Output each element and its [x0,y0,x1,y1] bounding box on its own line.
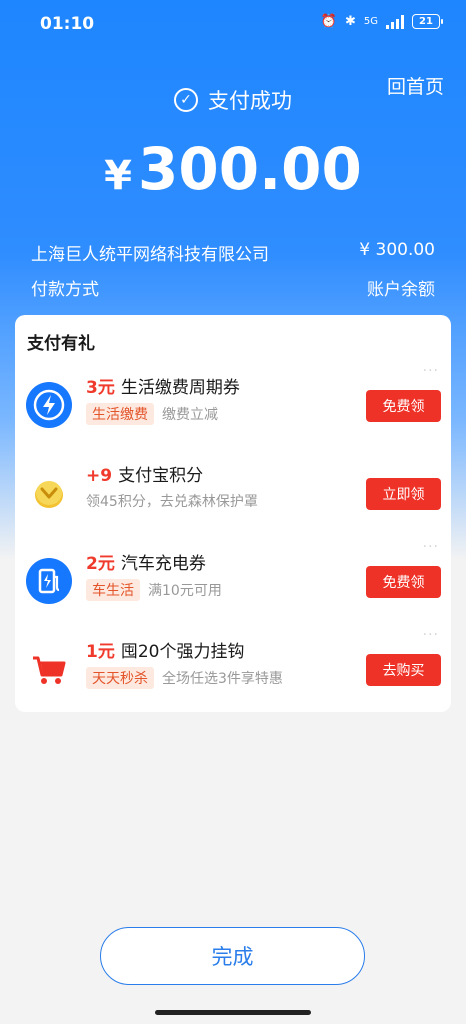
reward-desc: 全场任选3件享特惠 [162,671,283,687]
battery-level: 21 [419,16,433,27]
reward-value: 3元 [86,378,115,398]
reward-tag: 生活缴费 [86,403,154,425]
success-label: 支付成功 [208,89,292,113]
more-dots-icon: ··· [422,539,439,555]
currency-symbol: ¥ [104,153,132,199]
rewards-title: 支付有礼 [27,334,95,354]
claim-button[interactable]: 立即领 [366,478,441,510]
signal-icon [386,14,404,29]
check-circle-icon: ✓ [174,88,198,112]
reward-desc: 缴费立减 [162,407,218,423]
buy-button[interactable]: 去购买 [366,654,441,686]
reward-tag: 天天秒杀 [86,667,154,689]
reward-subtitle: 车生活 满10元可用 [86,579,222,601]
home-indicator [155,1010,311,1015]
rewards-card: 支付有礼 ··· 3元 生活缴费周期券 生活缴费 缴费立减 免费领 +9 支付宝… [15,315,451,712]
reward-title: 1元 囤20个强力挂钩 [86,637,244,662]
bluetooth-icon: ✱ [344,14,356,29]
merchant-row: 上海巨人统平网络科技有限公司 ¥ 300.00 [31,240,435,265]
alarm-icon: ⏰ [320,14,337,29]
reward-item[interactable]: ··· 3元 生活缴费周期券 生活缴费 缴费立减 免费领 [15,363,451,451]
amount-value: 300.00 [138,135,362,203]
battery-icon: 21 [412,14,443,29]
reward-title: +9 支付宝积分 [86,461,203,486]
reward-value: 2元 [86,554,115,574]
more-dots-icon: ··· [422,627,439,643]
reward-item[interactable]: ··· 2元 汽车充电券 车生活 满10元可用 免费领 [15,539,451,627]
reward-subtitle: 生活缴费 缴费立减 [86,403,218,425]
reward-title: 3元 生活缴费周期券 [86,373,240,398]
status-bar: 01:10 ⏰ ✱ 5G 21 [0,0,466,52]
status-icons: ⏰ ✱ 5G 21 [320,14,443,29]
shopping-cart-icon [25,645,73,693]
reward-item[interactable]: +9 支付宝积分 领45积分，去兑森林保护罩 立即领 [15,451,451,539]
reward-subtitle: 领45积分，去兑森林保护罩 [86,491,258,511]
status-time: 01:10 [40,14,95,34]
more-dots-icon: ··· [422,363,439,379]
reward-name: 生活缴费周期券 [120,378,240,398]
reward-name: 汽车充电券 [120,554,206,574]
reward-desc: 领45积分，去兑森林保护罩 [86,494,258,510]
done-button[interactable]: 完成 [100,927,365,985]
reward-tag: 车生活 [86,579,140,601]
merchant-amount: ¥ 300.00 [359,240,435,260]
network-label: 5G [363,16,378,27]
claim-button[interactable]: 免费领 [366,566,441,598]
reward-name: 囤20个强力挂钩 [120,642,245,662]
reward-value: 1元 [86,642,115,662]
claim-button[interactable]: 免费领 [366,390,441,422]
payment-method-row: 付款方式 账户余额 [31,275,435,300]
lightning-icon [25,381,73,429]
reward-subtitle: 天天秒杀 全场任选3件享特惠 [86,667,283,689]
reward-name: 支付宝积分 [118,466,204,486]
gold-coin-icon [25,469,73,517]
reward-desc: 满10元可用 [148,583,222,599]
payment-method-value: 账户余额 [367,280,435,300]
charging-station-icon [25,557,73,605]
payment-success-status: ✓ 支付成功 [0,85,466,115]
merchant-name: 上海巨人统平网络科技有限公司 [31,245,269,265]
reward-title: 2元 汽车充电券 [86,549,206,574]
reward-item[interactable]: ··· 1元 囤20个强力挂钩 天天秒杀 全场任选3件享特惠 去购买 [15,627,451,715]
reward-value: +9 [86,466,113,486]
payment-amount: ¥300.00 [0,135,466,203]
payment-method-label: 付款方式 [31,280,99,300]
